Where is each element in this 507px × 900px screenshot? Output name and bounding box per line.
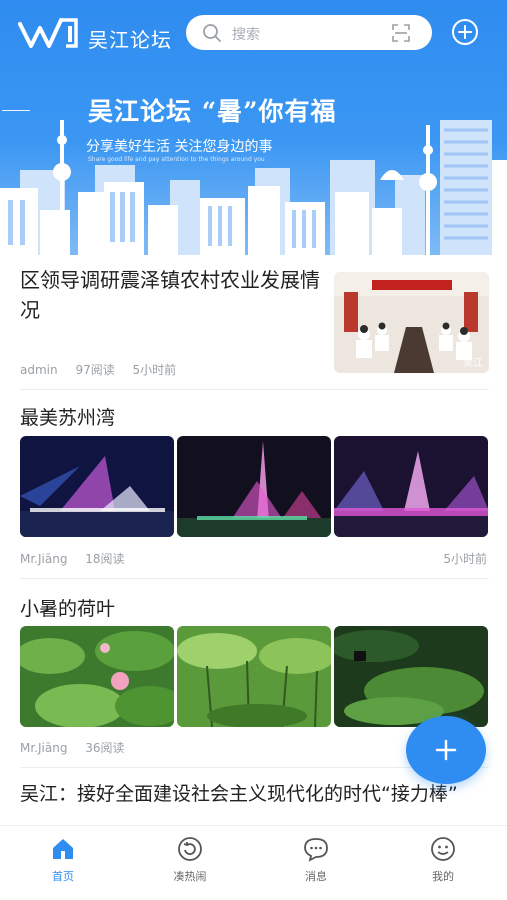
post-meta: Mr.Jiāng 18阅读 bbox=[20, 550, 139, 567]
app-logo bbox=[18, 18, 78, 48]
tab-label: 消息 bbox=[305, 870, 327, 883]
search-icon bbox=[203, 24, 221, 42]
post-meta: Mr.Jiāng 36阅读 bbox=[20, 739, 139, 756]
post-time: 5小时前 bbox=[132, 363, 177, 377]
tab-trending[interactable]: 凑热闹 bbox=[150, 836, 230, 892]
post-author: admin bbox=[20, 363, 58, 377]
post-reads: 36阅读 bbox=[85, 741, 125, 755]
post-reads: 97阅读 bbox=[75, 363, 115, 377]
tab-label: 凑热闹 bbox=[173, 870, 207, 883]
post-image-fountain-2[interactable] bbox=[177, 436, 331, 537]
post-meta: admin 97阅读 5小时前 bbox=[20, 361, 190, 378]
header-banner: 吴江论坛 搜索 吴江论坛 “暑”你有福 分享美好生活 关注您身边的事 Share… bbox=[0, 0, 507, 255]
post-image-lotus-2[interactable] bbox=[177, 626, 331, 727]
city-skyline-illustration bbox=[0, 110, 507, 255]
bottom-tab-bar: 首页 凑热闹 消息 我的 bbox=[0, 825, 507, 900]
tab-label: 我的 bbox=[432, 870, 454, 883]
refresh-icon bbox=[178, 837, 202, 861]
chat-bubble-icon bbox=[304, 838, 328, 862]
post-title[interactable]: 吴江：接好全面建设社会主义现代化的时代“接力棒” bbox=[20, 779, 490, 809]
create-post-button[interactable] bbox=[406, 716, 486, 784]
tab-profile[interactable]: 我的 bbox=[403, 836, 483, 892]
post-author: Mr.Jiāng bbox=[20, 741, 68, 755]
post-image-fountain-1[interactable] bbox=[20, 436, 174, 537]
search-input[interactable]: 搜索 bbox=[186, 15, 432, 50]
post-title[interactable]: 最美苏州湾 bbox=[20, 403, 115, 430]
top-toolbar: 吴江论坛 搜索 bbox=[0, 0, 507, 64]
post-title[interactable]: 小暑的荷叶 bbox=[20, 594, 115, 621]
plus-icon bbox=[435, 739, 457, 761]
tab-messages[interactable]: 消息 bbox=[276, 836, 356, 892]
tab-label: 首页 bbox=[52, 870, 74, 883]
post-reads: 18阅读 bbox=[85, 552, 125, 566]
post-image-meeting[interactable]: 吴江 bbox=[334, 272, 489, 373]
post-image-lotus-1[interactable] bbox=[20, 626, 174, 727]
divider bbox=[20, 389, 489, 390]
post-title[interactable]: 区领导调研震泽镇农村农业发展情况 bbox=[20, 265, 320, 325]
search-placeholder: 搜索 bbox=[232, 27, 260, 43]
home-icon bbox=[53, 839, 73, 859]
post-author: Mr.Jiāng bbox=[20, 552, 68, 566]
tab-home[interactable]: 首页 bbox=[23, 836, 103, 892]
image-watermark: 吴江 bbox=[463, 358, 483, 369]
scan-icon[interactable] bbox=[392, 24, 410, 42]
profile-icon bbox=[431, 837, 455, 861]
add-circle-icon[interactable] bbox=[451, 18, 479, 46]
post-time: 5小时前 bbox=[443, 552, 487, 566]
post-image-fountain-3[interactable] bbox=[334, 436, 488, 537]
post-image-lotus-3[interactable] bbox=[334, 626, 488, 727]
divider bbox=[20, 578, 489, 579]
app-name: 吴江论坛 bbox=[88, 28, 172, 52]
